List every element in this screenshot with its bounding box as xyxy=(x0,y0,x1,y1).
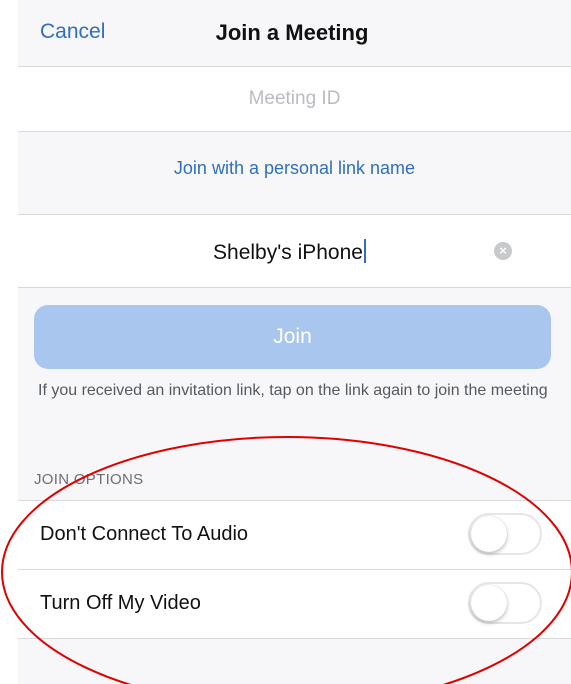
option-label-video: Turn Off My Video xyxy=(40,592,201,614)
invitation-hint-text: If you received an invitation link, tap … xyxy=(38,382,548,399)
option-label-audio: Don't Connect To Audio xyxy=(40,523,249,545)
join-button[interactable]: Join xyxy=(34,305,551,369)
meeting-id-row xyxy=(18,67,571,132)
join-options-header: JOIN OPTIONS xyxy=(34,471,144,488)
clear-text-icon[interactable]: × xyxy=(494,242,512,260)
toggle-knob xyxy=(471,516,507,552)
personal-link-button[interactable]: Join with a personal link name xyxy=(18,158,571,179)
option-row-audio: Don't Connect To Audio xyxy=(18,500,571,570)
toggle-knob xyxy=(471,585,507,621)
display-name-value: Shelby's iPhone xyxy=(213,241,363,264)
join-meeting-screen: Cancel Join a Meeting Join with a person… xyxy=(18,0,571,684)
meeting-id-input[interactable] xyxy=(18,67,571,131)
display-name-text-wrap: Shelby's iPhone xyxy=(18,239,561,265)
option-row-video: Turn Off My Video xyxy=(18,570,571,639)
audio-toggle[interactable] xyxy=(468,513,542,555)
page-title: Join a Meeting xyxy=(215,20,369,45)
nav-bar: Cancel Join a Meeting xyxy=(18,0,571,67)
text-cursor xyxy=(363,239,366,263)
video-toggle[interactable] xyxy=(468,582,542,624)
display-name-field[interactable]: Shelby's iPhone xyxy=(18,214,571,288)
